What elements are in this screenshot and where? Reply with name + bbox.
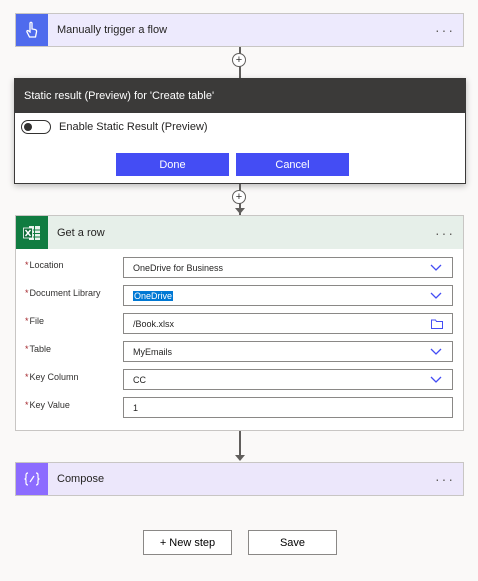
table-dropdown[interactable]: MyEmails — [123, 341, 453, 362]
compose-card[interactable]: Compose ··· — [15, 462, 464, 496]
plus-icon: + — [235, 53, 243, 66]
field-value: OneDrive for Business — [133, 262, 224, 273]
field-label: Location — [29, 260, 64, 270]
chevron-down-icon[interactable] — [430, 291, 442, 301]
field-table: *Table MyEmails — [16, 341, 463, 363]
cancel-button[interactable]: Cancel — [236, 153, 349, 176]
document-library-dropdown[interactable]: OneDrive — [123, 285, 453, 306]
field-label: Key Column — [29, 372, 79, 382]
field-key-value: *Key Value 1 — [16, 397, 463, 419]
chevron-down-icon[interactable] — [430, 347, 442, 357]
field-file: *File /Book.xlsx — [16, 313, 463, 335]
get-row-title: Get a row — [57, 226, 105, 239]
field-value: OneDrive — [133, 290, 174, 301]
static-result-toggle-label: Enable Static Result (Preview) — [59, 121, 208, 133]
more-options-icon[interactable]: ··· — [435, 226, 455, 240]
more-options-icon[interactable]: ··· — [435, 472, 455, 486]
connector-arrow — [235, 455, 245, 461]
compose-title: Compose — [57, 473, 105, 485]
field-value: 1 — [133, 402, 139, 413]
key-value-input[interactable]: 1 — [123, 397, 453, 418]
new-step-button[interactable]: + New step — [143, 530, 232, 555]
insert-step-button[interactable]: + — [232, 53, 246, 67]
connector-line — [239, 431, 241, 455]
field-value: /Book.xlsx — [133, 318, 175, 329]
field-value: CC — [133, 374, 146, 385]
static-result-toggle[interactable] — [21, 120, 51, 134]
static-result-toggle-row: Enable Static Result (Preview) — [15, 115, 465, 139]
field-label: Document Library — [29, 288, 101, 298]
excel-icon — [16, 216, 48, 249]
field-label: Table — [29, 344, 52, 354]
get-row-header[interactable]: Get a row ··· — [16, 216, 463, 249]
trigger-title: Manually trigger a flow — [57, 24, 168, 36]
field-location: *Location OneDrive for Business — [16, 257, 463, 279]
static-result-panel: Static result (Preview) for 'Create tabl… — [14, 78, 466, 184]
insert-step-button[interactable]: + — [232, 190, 246, 204]
field-label: Key Value — [29, 400, 70, 410]
key-column-dropdown[interactable]: CC — [123, 369, 453, 390]
trigger-card[interactable]: Manually trigger a flow ··· — [15, 13, 464, 47]
save-button[interactable]: Save — [248, 530, 337, 555]
compose-braces-icon — [16, 463, 48, 495]
connector-arrow — [235, 208, 245, 214]
field-key-column: *Key Column CC — [16, 369, 463, 391]
static-result-heading: Static result (Preview) for 'Create tabl… — [15, 79, 465, 113]
chevron-down-icon[interactable] — [430, 263, 442, 273]
more-options-icon[interactable]: ··· — [435, 23, 455, 37]
chevron-down-icon[interactable] — [430, 375, 442, 385]
done-button[interactable]: Done — [116, 153, 229, 176]
field-value: MyEmails — [133, 346, 173, 357]
folder-icon[interactable] — [431, 319, 443, 329]
field-label: File — [29, 316, 45, 326]
file-picker-input[interactable]: /Book.xlsx — [123, 313, 453, 334]
get-row-card: Get a row ··· *Location OneDrive for Bus… — [15, 215, 464, 431]
plus-icon: + — [235, 190, 243, 203]
hand-tap-icon — [16, 14, 48, 46]
field-document-library: *Document Library OneDrive — [16, 285, 463, 307]
location-dropdown[interactable]: OneDrive for Business — [123, 257, 453, 278]
